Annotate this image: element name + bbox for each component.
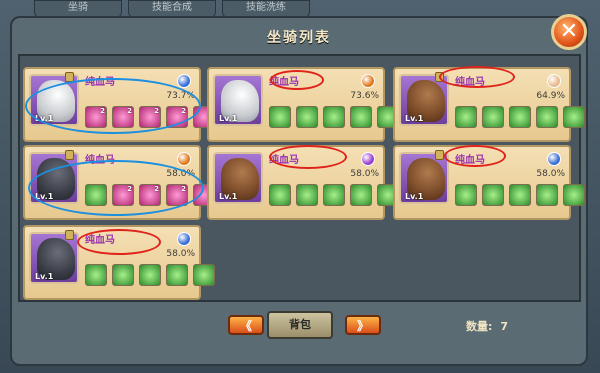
skill-slot-icon[interactable] — [112, 264, 134, 286]
skill-row — [85, 264, 215, 286]
skill-slot-icon[interactable] — [350, 106, 372, 128]
mount-percent: 73.6% — [350, 91, 379, 101]
close-icon[interactable]: ✕ — [551, 14, 587, 50]
window-title: 坐骑列表 — [267, 30, 331, 46]
element-orb-icon — [361, 152, 375, 166]
mount-percent: 64.9% — [536, 91, 565, 101]
red-highlight-ring — [270, 70, 324, 90]
skill-slot-icon[interactable] — [536, 106, 558, 128]
top-tabs: 坐骑 技能合成 技能洗练 — [34, 0, 310, 18]
mount-level: Lv.1 — [405, 192, 424, 201]
element-orb-icon — [361, 74, 375, 88]
red-highlight-ring — [269, 145, 347, 169]
mount-percent: 58.0% — [350, 169, 379, 179]
skill-slot-icon[interactable] — [455, 106, 477, 128]
skill-slot-icon[interactable] — [269, 106, 291, 128]
element-orb-icon — [177, 232, 191, 246]
mount-level: Lv.1 — [405, 114, 424, 123]
mount-count: 数量: 7 — [466, 318, 508, 334]
skill-slot-icon[interactable] — [509, 106, 531, 128]
mount-percent: 58.0% — [166, 249, 195, 259]
next-page-button[interactable]: 》 — [345, 315, 381, 335]
lock-icon — [65, 150, 74, 160]
blue-highlight-ring — [25, 78, 201, 134]
prev-page-button[interactable]: 《 — [228, 315, 264, 335]
skill-slot-icon[interactable] — [296, 106, 318, 128]
mount-level: Lv.1 — [219, 192, 238, 201]
element-orb-icon — [177, 74, 191, 88]
count-value: 7 — [500, 320, 509, 333]
skill-slot-icon[interactable] — [482, 184, 504, 206]
mount-percent: 58.0% — [536, 169, 565, 179]
skill-slot-icon[interactable] — [269, 184, 291, 206]
red-highlight-ring — [444, 145, 506, 167]
mount-portrait: Lv.1 — [213, 152, 263, 204]
skill-slot-icon[interactable] — [536, 184, 558, 206]
lock-icon — [435, 150, 444, 160]
skill-slot-icon[interactable] — [166, 264, 188, 286]
skill-slot-icon[interactable] — [323, 184, 345, 206]
element-orb-icon — [177, 152, 191, 166]
skill-row — [455, 106, 585, 128]
skill-slot-icon[interactable] — [563, 184, 585, 206]
blue-highlight-ring — [28, 160, 204, 216]
red-highlight-ring — [439, 66, 515, 88]
skill-slot-icon[interactable] — [193, 264, 215, 286]
skill-slot-icon[interactable] — [296, 184, 318, 206]
mount-portrait: Lv.1 — [213, 74, 263, 126]
lock-icon — [65, 230, 74, 240]
element-orb-icon — [547, 74, 561, 88]
skill-slot-icon[interactable] — [509, 184, 531, 206]
skill-row — [269, 106, 399, 128]
count-label: 数量: — [466, 320, 493, 333]
skill-slot-icon[interactable] — [85, 264, 107, 286]
title-bar: 坐骑列表 — [10, 26, 588, 50]
skill-slot-icon[interactable] — [482, 106, 504, 128]
mount-level: Lv.1 — [219, 114, 238, 123]
bag-button[interactable]: 背包 — [267, 311, 333, 339]
skill-row — [455, 184, 585, 206]
mount-level: Lv.1 — [35, 272, 54, 281]
skill-slot-icon[interactable] — [563, 106, 585, 128]
skill-slot-icon[interactable] — [323, 106, 345, 128]
skill-slot-icon[interactable] — [455, 184, 477, 206]
skill-row — [269, 184, 399, 206]
skill-slot-icon[interactable] — [350, 184, 372, 206]
element-orb-icon — [547, 152, 561, 166]
skill-slot-icon[interactable] — [139, 264, 161, 286]
red-highlight-ring — [77, 229, 161, 255]
